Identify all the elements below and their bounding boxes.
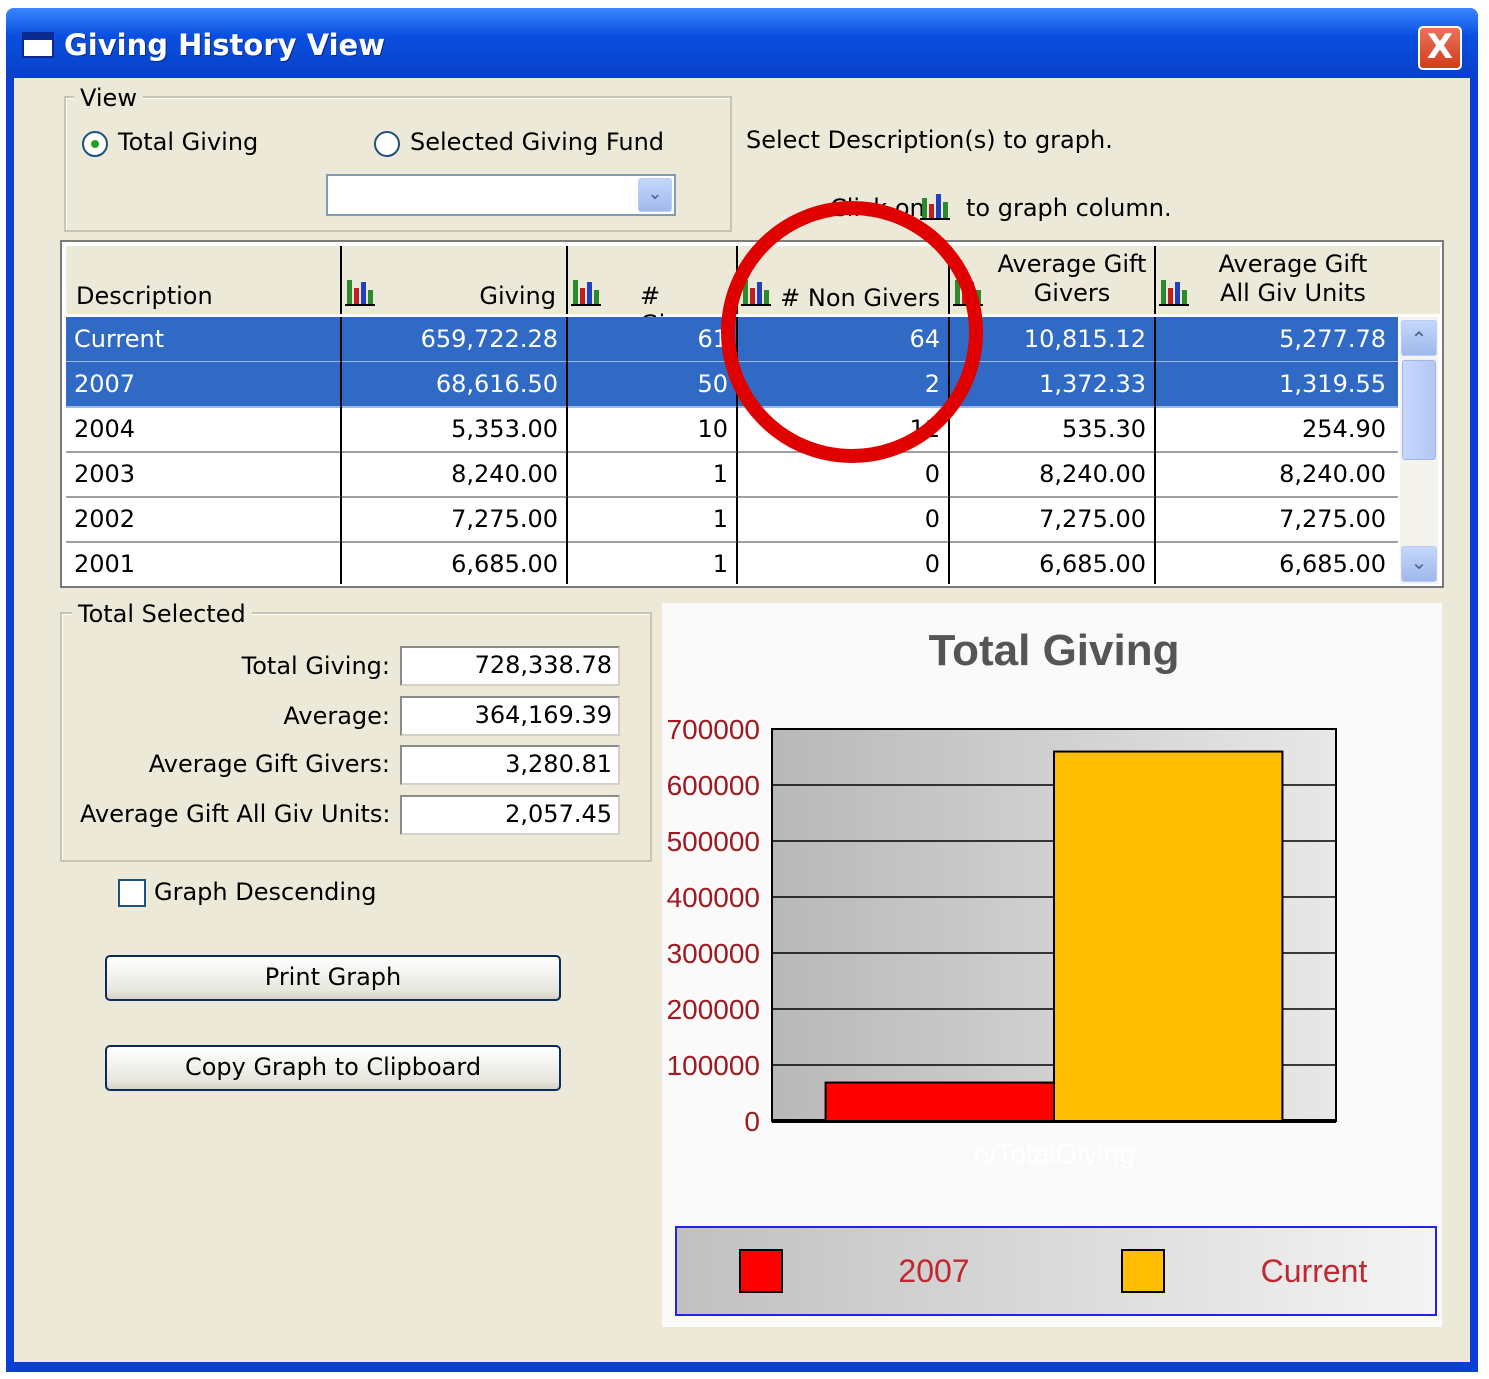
cell-avg-gift-all: 8,240.00 xyxy=(1156,452,1398,498)
column-header-label: Description xyxy=(76,282,213,310)
cell-avg-gift-all: 254.90 xyxy=(1156,407,1398,453)
cell-givers: 1 xyxy=(568,452,738,498)
cell-giving: 6,685.00 xyxy=(342,542,568,584)
graph-descending-label: Graph Descending xyxy=(154,878,377,906)
x-axis-label: rvTotalGiving xyxy=(973,1138,1135,1169)
y-tick-label: 200000 xyxy=(667,994,760,1025)
scrollbar-thumb[interactable] xyxy=(1402,360,1436,460)
column-header-label-line2: All Giv Units xyxy=(1220,279,1366,307)
y-tick-label: 0 xyxy=(744,1106,760,1137)
cell-giving: 7,275.00 xyxy=(342,497,568,543)
cell-description: 2002 xyxy=(66,497,342,543)
total-giving-chart: Total Giving 0 100000 200000 300000 400000 50… xyxy=(667,626,1437,1316)
y-tick-label: 300000 xyxy=(667,938,760,969)
table-row[interactable]: 2002 7,275.00 1 0 7,275.00 7,275.00 xyxy=(66,497,1398,543)
annotation-circle xyxy=(721,201,983,463)
y-tick-label: 100000 xyxy=(667,1050,760,1081)
cell-giving: 659,722.28 xyxy=(342,317,568,363)
column-header-label-line2: Givers xyxy=(1033,279,1111,307)
cell-avg-gift-all: 5,277.78 xyxy=(1156,317,1398,363)
column-header-avg-gift-all[interactable]: Average Gift All Giv Units xyxy=(1156,246,1440,314)
legend-label-current: Current xyxy=(1261,1253,1368,1289)
legend-swatch-2007 xyxy=(739,1249,783,1293)
column-header-label: Giving xyxy=(479,282,556,310)
chevron-up-icon[interactable]: ⌃ xyxy=(1401,320,1437,356)
chevron-down-icon[interactable]: ⌄ xyxy=(638,178,672,212)
print-graph-button[interactable]: Print Graph xyxy=(105,955,561,1001)
cell-avg-gift-all: 1,319.55 xyxy=(1156,362,1398,408)
cell-description: Current xyxy=(66,317,342,363)
total-selected-legend: Total Selected xyxy=(72,600,252,628)
cell-avg-gift-all: 6,685.00 xyxy=(1156,542,1398,584)
cell-description: 2004 xyxy=(66,407,342,453)
average-label: Average: xyxy=(283,702,390,730)
cell-givers: 61 xyxy=(568,317,738,363)
view-group-legend: View xyxy=(74,84,143,112)
cell-avg-gift-all: 7,275.00 xyxy=(1156,497,1398,543)
legend-label-2007: 2007 xyxy=(898,1253,969,1289)
bar-current xyxy=(1053,750,1284,1123)
avg-gift-all-field: 2,057.45 xyxy=(400,795,620,835)
cell-givers: 1 xyxy=(568,542,738,584)
column-header-label-line1: Average Gift xyxy=(997,250,1147,278)
y-tick-label: 500000 xyxy=(667,826,760,857)
cell-avg-gift-givers: 7,275.00 xyxy=(950,497,1156,543)
selected-giving-fund-radio-label: Selected Giving Fund xyxy=(410,128,665,156)
graph-giving-icon[interactable] xyxy=(344,276,376,308)
cell-avg-gift-givers: 6,685.00 xyxy=(950,542,1156,584)
select-description-hint: Select Description(s) to graph. xyxy=(746,126,1113,154)
legend-swatch-current xyxy=(1121,1249,1165,1293)
cell-giving: 5,353.00 xyxy=(342,407,568,453)
cell-givers: 1 xyxy=(568,497,738,543)
average-field: 364,169.39 xyxy=(400,696,620,736)
chevron-down-icon[interactable]: ⌄ xyxy=(1401,546,1437,582)
graph-avg-gift-all-icon[interactable] xyxy=(1158,276,1190,308)
avg-gift-givers-label: Average Gift Givers: xyxy=(148,750,390,778)
cell-description: 2007 xyxy=(66,362,342,408)
total-giving-radio[interactable] xyxy=(82,131,108,157)
copy-graph-button[interactable]: Copy Graph to Clipboard xyxy=(105,1045,561,1091)
cell-non-givers: 0 xyxy=(738,497,950,543)
close-button[interactable]: X xyxy=(1418,26,1462,70)
avg-gift-givers-field: 3,280.81 xyxy=(400,745,620,785)
total-giving-label: Total Giving: xyxy=(241,652,390,680)
chart-title: Total Giving xyxy=(929,626,1180,675)
giving-fund-select[interactable] xyxy=(326,174,676,216)
y-tick-label: 600000 xyxy=(667,770,760,801)
graph-givers-icon[interactable] xyxy=(570,276,602,308)
table-row[interactable]: 2001 6,685.00 1 0 6,685.00 6,685.00 xyxy=(66,542,1398,584)
cell-description: 2001 xyxy=(66,542,342,584)
avg-gift-all-label: Average Gift All Giv Units: xyxy=(80,800,391,828)
selected-giving-fund-radio[interactable] xyxy=(374,131,400,157)
column-header-description[interactable]: Description xyxy=(66,246,342,314)
y-tick-label: 400000 xyxy=(667,882,760,913)
total-giving-radio-label: Total Giving xyxy=(118,128,259,156)
total-giving-field: 728,338.78 xyxy=(400,646,620,686)
cell-non-givers: 0 xyxy=(738,542,950,584)
y-tick-label: 700000 xyxy=(667,714,760,745)
column-header-label-line1: Average Gift xyxy=(1218,250,1368,278)
cell-giving: 68,616.50 xyxy=(342,362,568,408)
bar-2007 xyxy=(824,1081,1055,1123)
cell-givers: 10 xyxy=(568,407,738,453)
window-title: Giving History View xyxy=(64,28,385,62)
window-icon xyxy=(22,32,54,58)
cell-giving: 8,240.00 xyxy=(342,452,568,498)
graph-descending-checkbox[interactable] xyxy=(118,879,146,907)
cell-description: 2003 xyxy=(66,452,342,498)
cell-givers: 50 xyxy=(568,362,738,408)
